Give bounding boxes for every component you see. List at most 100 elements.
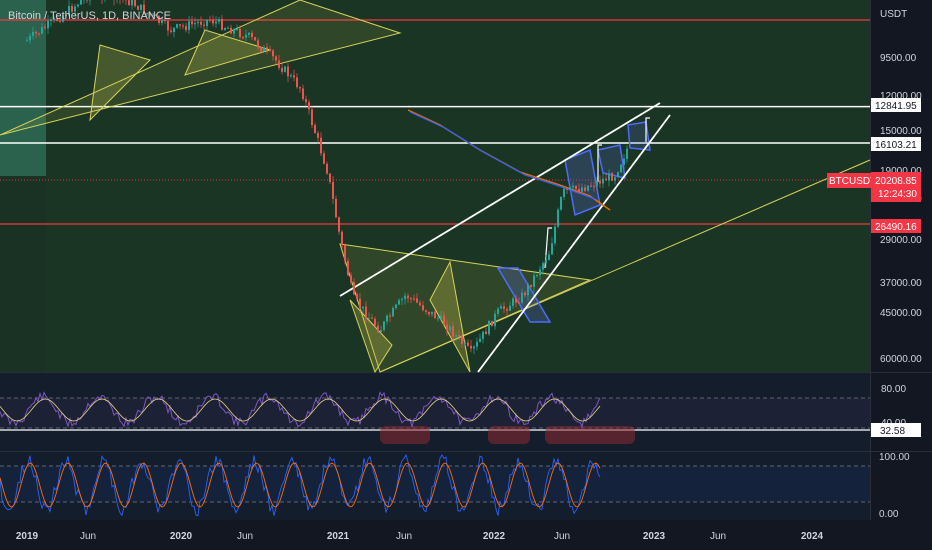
candle-body (602, 178, 604, 184)
candle-body (299, 87, 301, 89)
candle-body (377, 325, 379, 333)
candle-body (317, 133, 319, 138)
candle-body (449, 326, 451, 331)
chart-canvas[interactable]: Bitcoin / TetherUS, 1D, BINANCE USDT 950… (0, 0, 932, 550)
candle-body (323, 153, 325, 164)
candle-body (386, 315, 388, 322)
candle-body (302, 88, 304, 99)
time-tick-label: 2021 (327, 531, 350, 542)
candle-body (32, 31, 34, 36)
candle-body (245, 34, 247, 38)
rsi-value: 32.58 (880, 426, 905, 437)
candle-body (179, 24, 181, 26)
time-axis-bg (0, 520, 870, 550)
candle-body (392, 307, 394, 317)
candle-body (335, 198, 337, 218)
candle-body (47, 20, 49, 29)
candle-body (524, 292, 526, 296)
candle-body (347, 260, 349, 276)
candle-body (410, 298, 412, 300)
price-tick-label: 15000.00 (880, 126, 922, 137)
candle-body (167, 21, 169, 31)
price-tick-label: 37000.00 (880, 278, 922, 289)
candle-body (308, 102, 310, 110)
candle-body (437, 318, 439, 320)
symbol-tag[interactable]: BTCUSDT (827, 173, 876, 188)
candle-body (176, 24, 178, 28)
rsi-tick-80: 80.00 (881, 384, 906, 395)
candle-body (446, 324, 448, 331)
currency-label: USDT (880, 9, 907, 20)
candle-body (452, 326, 454, 337)
candle-body (236, 28, 238, 30)
candle-body (545, 260, 547, 264)
rsi-highlight-box (488, 426, 530, 444)
time-tick-label: Jun (396, 531, 412, 542)
current-price-value: 20208.85 (875, 176, 917, 187)
price-tag-mid-white[interactable]: 16103.21 (871, 137, 921, 151)
candle-body (620, 164, 622, 173)
chart-title: Bitcoin / TetherUS, 1D, BINANCE (8, 10, 171, 22)
candle-body (455, 335, 457, 337)
candle-body (536, 275, 538, 277)
price-tag-red[interactable]: 26490.16 (871, 219, 921, 233)
candle-body (320, 137, 322, 154)
candle-body (290, 75, 292, 77)
current-price-tag[interactable]: 20208.85 12:24:30 (871, 172, 921, 202)
candle-body (305, 98, 307, 103)
candle-body (401, 299, 403, 301)
candle-body (605, 178, 607, 181)
candle-body (533, 275, 535, 287)
candle-body (218, 19, 220, 22)
candle-body (203, 24, 205, 26)
candle-body (380, 329, 382, 333)
stoch-tick-100: 100.00 (879, 452, 910, 463)
candle-body (407, 295, 409, 299)
candle-body (344, 244, 346, 261)
price-tag-top-white[interactable]: 12841.95 (871, 98, 921, 112)
rsi-value-tag[interactable]: 32.58 (871, 423, 921, 437)
candle-body (362, 306, 364, 309)
candle-body (500, 306, 502, 309)
candle-body (44, 27, 46, 29)
candle-body (590, 185, 592, 187)
time-tick-label: Jun (80, 531, 96, 542)
candle-body (395, 304, 397, 308)
candle-body (272, 50, 274, 57)
candle-body (281, 67, 283, 72)
candle-body (341, 231, 343, 245)
candle-body (416, 298, 418, 303)
candle-body (443, 315, 445, 325)
price-axis-bg (870, 0, 932, 520)
candle-body (191, 21, 193, 25)
stoch-tick-0: 0.00 (879, 509, 899, 520)
candle-body (512, 298, 514, 306)
candle-body (230, 27, 232, 34)
candle-body (287, 66, 289, 77)
candle-body (41, 27, 43, 34)
candle-body (269, 48, 271, 51)
candle-body (425, 310, 427, 312)
candle-body (275, 56, 277, 61)
candle-body (506, 308, 508, 311)
candle-body (404, 295, 406, 300)
left-highlight-zone (0, 0, 46, 176)
time-tick-label: Jun (554, 531, 570, 542)
candle-body (263, 47, 265, 52)
candle-body (182, 25, 184, 27)
candle-body (413, 298, 415, 300)
time-tick-label: Jun (237, 531, 253, 542)
main-pane (0, 0, 871, 374)
candle-body (623, 158, 625, 165)
symbol-tag-text: BTCUSDT (829, 176, 876, 187)
candle-body (227, 27, 229, 29)
candle-body (251, 32, 253, 38)
candle-body (29, 35, 31, 41)
candle-body (440, 315, 442, 319)
candle-body (239, 28, 241, 38)
candle-body (329, 173, 331, 182)
candle-body (200, 21, 202, 25)
candle-body (242, 37, 244, 39)
candle-body (593, 186, 595, 188)
candle-body (365, 306, 367, 319)
